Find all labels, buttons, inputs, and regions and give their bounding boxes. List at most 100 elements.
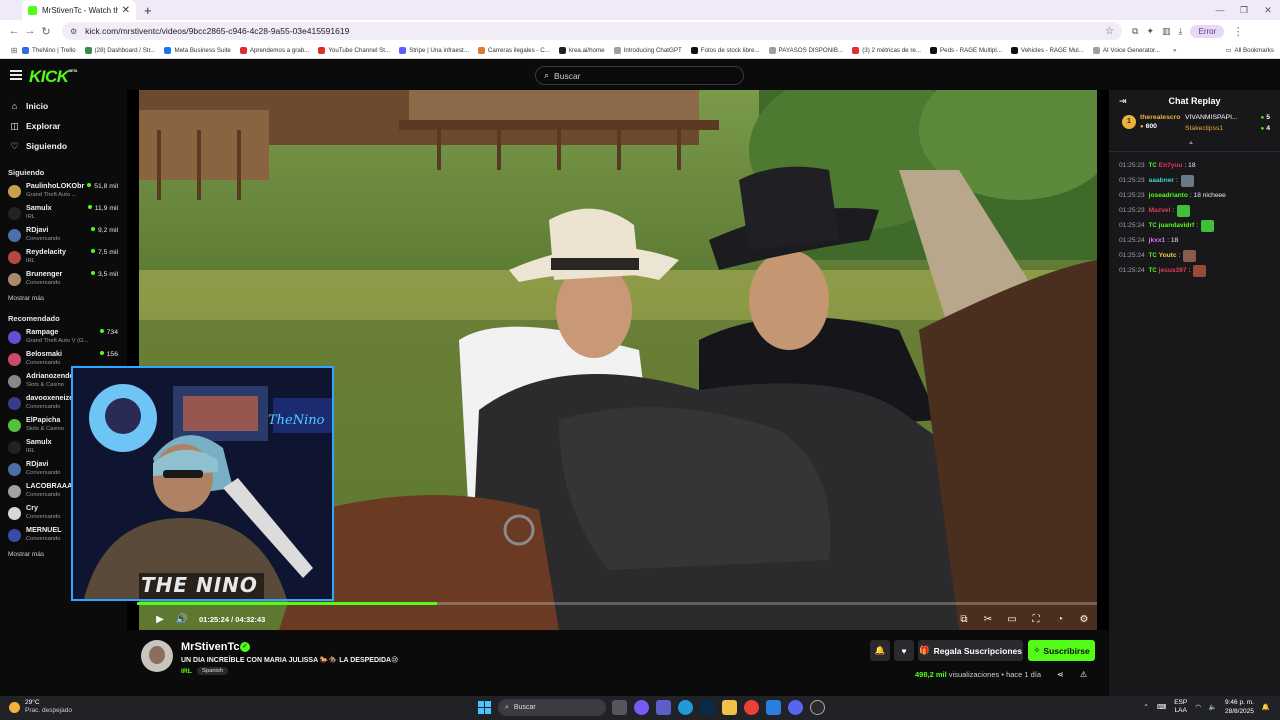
teams-icon[interactable]: [656, 700, 671, 715]
sidebar-channel[interactable]: Brunenger Conversando 3,5 mil: [0, 269, 127, 291]
site-search-input[interactable]: ⌕ Buscar: [535, 66, 744, 85]
close-tab-icon[interactable]: ✕: [122, 5, 130, 16]
wifi-icon[interactable]: ◠: [1195, 703, 1201, 711]
extensions-icon[interactable]: ✦: [1146, 26, 1154, 37]
hamburger-menu-icon[interactable]: [10, 68, 22, 82]
seek-bar[interactable]: [137, 602, 1097, 605]
file-explorer-icon[interactable]: [722, 700, 737, 715]
sidebar-channel[interactable]: Rampage Grand Theft Auto V (G... 734: [0, 327, 127, 349]
supporter-name[interactable]: Stakeclipss1: [1185, 125, 1223, 132]
sidebar-channel[interactable]: Reydelacity IRL 7,5 mil: [0, 247, 127, 269]
maximize-icon[interactable]: ❐: [1232, 5, 1256, 16]
bookmark-star-icon[interactable]: ☆: [1105, 26, 1114, 37]
reload-icon[interactable]: ↻: [38, 25, 54, 38]
pip-icon[interactable]: ⧉: [953, 614, 975, 625]
report-icon[interactable]: ⚠: [1080, 670, 1087, 679]
expand-supporters-icon[interactable]: ⩡: [1189, 140, 1193, 148]
language-tag[interactable]: Spanish: [197, 667, 228, 675]
chrome-icon[interactable]: [744, 700, 759, 715]
minimize-icon[interactable]: —: [1208, 5, 1232, 15]
channel-name[interactable]: MrStivenTc: [181, 641, 239, 653]
supporter-name[interactable]: VIVANMISPAPI...: [1185, 114, 1238, 121]
sidebar-channel[interactable]: PaulinhoLOKObr Grand Theft Auto ... 51,8 m…: [0, 181, 127, 203]
sidebar-channel[interactable]: RDjavi Conversando 9,2 mil: [0, 225, 127, 247]
new-tab-button[interactable]: +: [144, 3, 152, 18]
bookmark-item[interactable]: (3) 2 métricas de re...: [852, 46, 921, 54]
site-info-icon[interactable]: ⚙: [70, 27, 77, 36]
notifications-button[interactable]: 🔔: [870, 640, 890, 661]
channel-avatar[interactable]: [141, 640, 173, 672]
bookmark-item[interactable]: Carreras ilegales - C...: [477, 46, 550, 54]
close-window-icon[interactable]: ✕: [1256, 5, 1280, 16]
collapse-chat-icon[interactable]: ⇥: [1119, 96, 1127, 107]
translate-icon[interactable]: ⧉: [1132, 26, 1138, 37]
bookmark-item[interactable]: krea.ai/home: [558, 46, 605, 54]
sidebar-nav-siguiendo[interactable]: ♡ Siguiendo: [0, 136, 127, 156]
chat-username[interactable]: jkxx1: [1149, 237, 1166, 244]
downloads-icon[interactable]: ⤓: [1179, 26, 1183, 37]
sidepanel-icon[interactable]: ▥: [1162, 26, 1171, 37]
bookmark-item[interactable]: Fotos de stock libre...: [690, 46, 760, 54]
tray-chevron-icon[interactable]: ⌃: [1143, 703, 1148, 711]
share-icon[interactable]: ⋖: [1057, 670, 1064, 679]
bookmark-item[interactable]: Peds - RAGE Multipl...: [930, 46, 1002, 54]
clip-icon[interactable]: ✂: [977, 614, 999, 625]
follow-button[interactable]: ♥: [894, 640, 914, 661]
obs-icon[interactable]: [810, 700, 825, 715]
forward-icon[interactable]: →: [22, 25, 38, 37]
show-more-following[interactable]: Mostrar más: [0, 295, 127, 302]
taskbar-search[interactable]: ⌕ Buscar: [498, 699, 606, 716]
bookmark-item[interactable]: Introducing ChatGPT: [613, 46, 682, 54]
keyboard-icon[interactable]: ⌨: [1157, 703, 1166, 711]
play-icon[interactable]: ▶: [149, 614, 171, 625]
chat-username[interactable]: aaabner: [1149, 177, 1174, 184]
bookmark-item[interactable]: Aprendemos a grab...: [239, 46, 309, 54]
bookmark-item[interactable]: AI Voice Generator...: [1092, 46, 1160, 54]
settings-gear-icon[interactable]: ⚙: [1073, 614, 1095, 625]
bookmark-item[interactable]: Stripe | Una infraest...: [399, 46, 469, 54]
clock[interactable]: 9:46 p. m. 28/8/2025: [1225, 698, 1254, 716]
chat-username[interactable]: joseadrianto: [1149, 192, 1188, 199]
chat-username[interactable]: jesus397: [1159, 267, 1187, 274]
back-icon[interactable]: ←: [6, 25, 22, 37]
store-icon[interactable]: [766, 700, 781, 715]
speaker-icon[interactable]: 🔈: [1209, 703, 1217, 711]
gift-subs-button[interactable]: 🎁 Regala Suscripciones: [918, 640, 1023, 661]
bookmark-item[interactable]: (28) Dashboard / Str...: [84, 46, 155, 54]
bookmark-item[interactable]: Vehicles - RAGE Mul...: [1010, 46, 1084, 54]
chat-username[interactable]: Youtc: [1159, 252, 1177, 259]
input-language[interactable]: ESP LAA: [1174, 699, 1187, 715]
edge-icon[interactable]: [678, 700, 693, 715]
task-view-icon[interactable]: [612, 700, 627, 715]
chat-username[interactable]: Mazvel: [1149, 207, 1171, 214]
profile-button[interactable]: Error: [1190, 24, 1225, 38]
browser-menu-icon[interactable]: ⋮: [1230, 25, 1246, 38]
sidebar-nav-inicio[interactable]: ⌂ Inicio: [0, 96, 127, 116]
all-bookmarks-button[interactable]: ▭ All Bookmarks: [1226, 47, 1274, 54]
stream-category[interactable]: IRL: [181, 668, 192, 675]
photoshop-icon[interactable]: [700, 700, 715, 715]
chat-username[interactable]: En7yuu: [1159, 162, 1183, 169]
url-field[interactable]: ⚙ kick.com/mrstiventc/videos/9bcc2865-c9…: [62, 22, 1122, 40]
volume-icon[interactable]: 🔊: [171, 614, 193, 625]
chat-username[interactable]: juandavidrf: [1159, 222, 1195, 229]
theater-mode-icon[interactable]: ▭: [1001, 614, 1023, 625]
discord-icon[interactable]: [788, 700, 803, 715]
sidebar-nav-explorar[interactable]: ◫ Explorar: [0, 116, 127, 136]
kick-logo[interactable]: KICKBETA: [29, 67, 78, 87]
sidebar-channel[interactable]: Samulx IRL 11,9 mil: [0, 203, 127, 225]
notifications-bell-icon[interactable]: 🔔: [1262, 703, 1270, 711]
weather-widget[interactable]: 29°C Prac. despejado: [9, 699, 72, 715]
bookmark-item[interactable]: Meta Business Suite: [164, 46, 231, 54]
bookmark-item[interactable]: PAYASOS DISPONIB...: [768, 46, 843, 54]
top-supporter-name[interactable]: therealescro: [1140, 114, 1180, 121]
more-bookmarks-icon[interactable]: »: [1173, 47, 1176, 54]
speed-icon[interactable]: ◔: [1049, 614, 1071, 625]
windows-start-icon[interactable]: [478, 701, 491, 714]
bookmark-item[interactable]: YouTube Channel St...: [318, 46, 390, 54]
bookmark-item[interactable]: TheNino | Trello: [22, 46, 76, 54]
browser-tab-active[interactable]: MrStivenTc - Watch the VOD o ✕: [22, 0, 136, 20]
copilot-icon[interactable]: [634, 700, 649, 715]
fullscreen-icon[interactable]: ⛶: [1025, 614, 1047, 625]
subscribe-button[interactable]: ✧ Suscribirse: [1028, 640, 1095, 661]
